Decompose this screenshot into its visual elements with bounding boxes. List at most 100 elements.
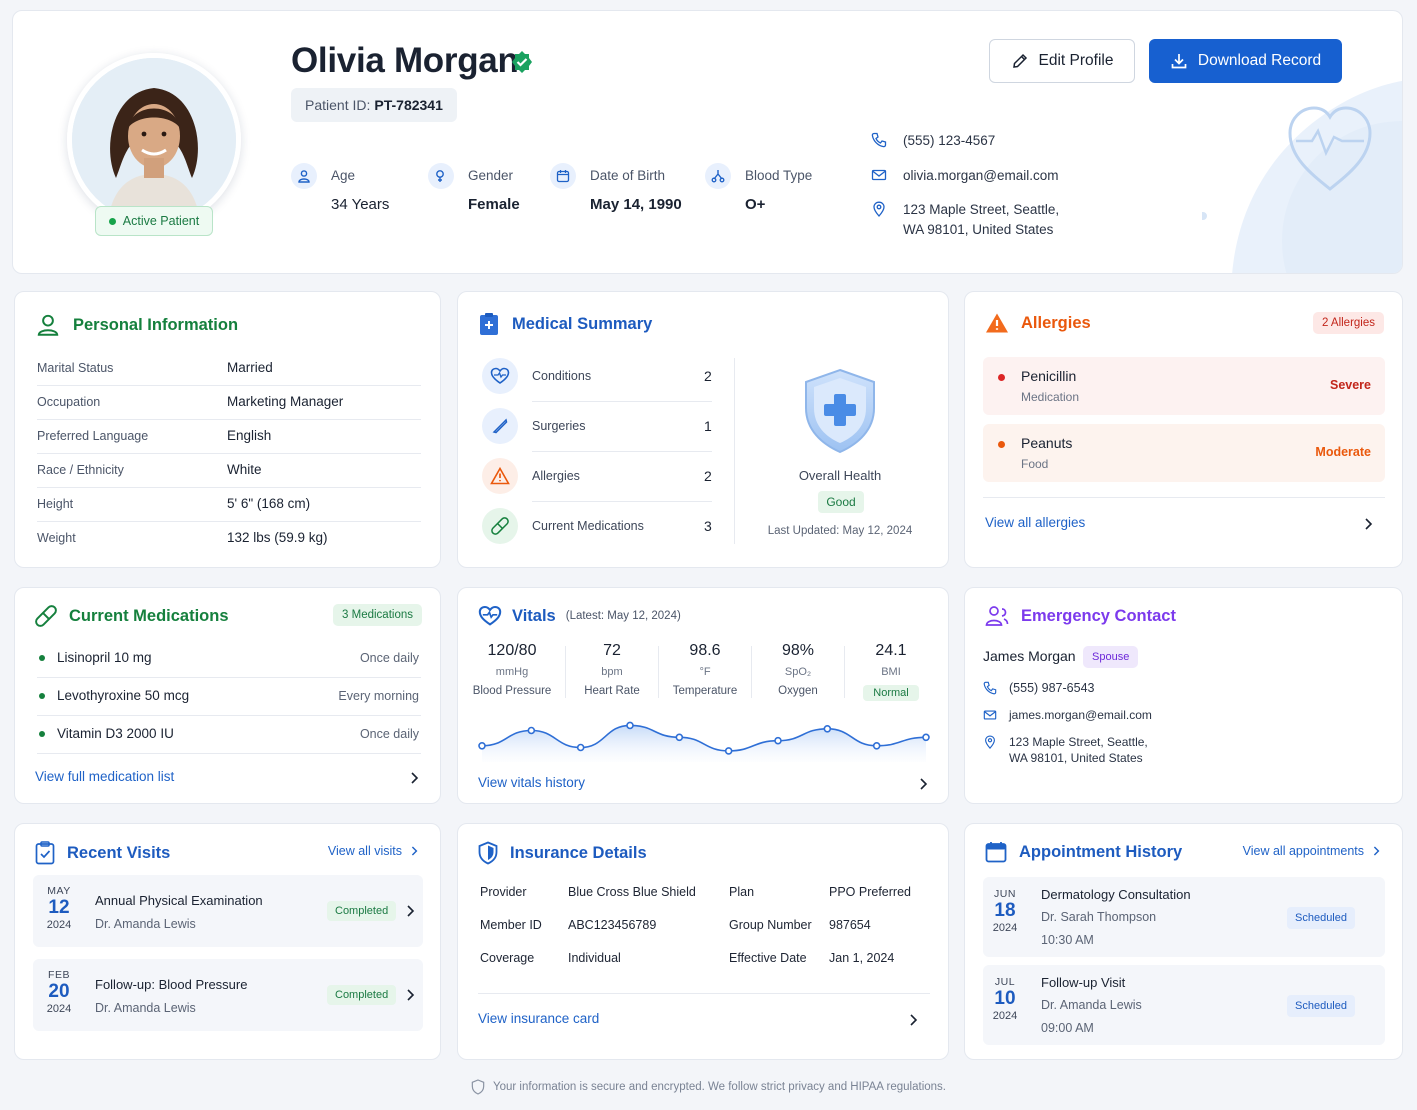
visit-title: Annual Physical Examination <box>95 893 263 908</box>
heart-icon <box>482 358 518 394</box>
member-id-value: ABC123456789 <box>568 918 657 932</box>
date-year: 2024 <box>46 1003 72 1015</box>
info-row: Preferred Language English <box>37 420 421 454</box>
stat-label: Age <box>331 168 356 183</box>
personal-info-heading: Personal Information <box>35 312 238 338</box>
location-pin-icon <box>985 735 995 749</box>
relation-badge: Spouse <box>1083 646 1139 668</box>
vital-blood-pressure: 120/80 mmHg Blood Pressure <box>466 642 558 697</box>
insurance-title: Insurance Details <box>510 843 647 862</box>
vital-unit: BMI <box>881 666 901 678</box>
view-all-appointments-label: View all appointments <box>1242 844 1364 858</box>
visit-item[interactable]: MAY 12 2024 Annual Physical Examination Dr… <box>33 875 423 947</box>
allergy-name: Peanuts <box>1021 435 1073 451</box>
info-value: Marketing Manager <box>227 394 344 409</box>
divider <box>983 497 1385 498</box>
summary-row-allergies[interactable]: Allergies 2 <box>482 452 712 502</box>
info-row: Occupation Marketing Manager <box>37 386 421 420</box>
vital-label: Heart Rate <box>584 685 640 697</box>
info-row: Marital Status Married <box>37 352 421 386</box>
gender-icon <box>428 163 454 189</box>
vitals-subtitle: (Latest: May 12, 2024) <box>565 610 681 622</box>
emergency-contact-title: Emergency Contact <box>1021 606 1176 625</box>
view-medications-label: View full medication list <box>35 769 175 784</box>
edit-profile-button[interactable]: Edit Profile <box>989 39 1135 83</box>
member-id-label: Member ID <box>480 918 542 932</box>
contact-email[interactable]: james.morgan@email.com <box>983 707 1152 723</box>
pill-icon <box>482 508 518 544</box>
medication-name: Lisinopril 10 mg <box>57 650 152 665</box>
patient-header: Active Patient Olivia Morgan Patient ID:… <box>12 10 1403 274</box>
patient-id: Patient ID: PT-782341 <box>291 88 457 122</box>
chevron-right-icon <box>407 989 415 1001</box>
insurance-heading: Insurance Details <box>478 841 647 865</box>
chevron-right-icon <box>910 1014 918 1026</box>
edit-profile-label: Edit Profile <box>1038 52 1114 69</box>
download-record-label: Download Record <box>1197 52 1322 69</box>
vital-unit: mmHg <box>495 666 529 678</box>
visit-item[interactable]: FEB 20 2024 Follow-up: Blood Pressure Dr. … <box>33 959 423 1031</box>
patient-email[interactable]: olivia.morgan@email.com <box>871 166 1059 186</box>
coverage-value: Individual <box>568 951 621 965</box>
trend-point <box>872 741 881 750</box>
chevron-right-icon <box>920 778 928 790</box>
scalpel-icon <box>482 408 518 444</box>
view-all-allergies-link[interactable]: View all allergies <box>985 514 1385 536</box>
date-year: 2024 <box>992 1010 1018 1022</box>
summary-row-conditions[interactable]: Conditions 2 <box>482 352 712 402</box>
patient-phone[interactable]: (555) 123-4567 <box>871 131 995 151</box>
contact-address: 123 Maple Street, Seattle, WA 98101, Uni… <box>983 734 1148 766</box>
view-all-allergies-label: View all allergies <box>985 515 1086 530</box>
shield-icon <box>478 841 498 865</box>
summary-count: 3 <box>704 518 712 534</box>
phone-text: (555) 123-4567 <box>903 133 996 148</box>
view-insurance-card-link[interactable]: View insurance card <box>478 1010 918 1030</box>
person-icon <box>291 163 317 189</box>
download-record-button[interactable]: Download Record <box>1149 39 1342 83</box>
info-key: Race / Ethnicity <box>37 463 124 477</box>
visit-doctor: Dr. Amanda Lewis <box>95 1001 196 1015</box>
visit-status-badge: Completed <box>327 985 397 1005</box>
view-vitals-label: View vitals history <box>478 775 586 790</box>
medical-summary-title: Medical Summary <box>512 314 653 333</box>
status-text: Active Patient <box>122 214 200 228</box>
stat-value: O+ <box>745 196 766 213</box>
appointment-doctor: Dr. Sarah Thompson <box>1041 910 1157 924</box>
visit-date: MAY 12 2024 <box>37 885 81 931</box>
contact-email-text: james.morgan@email.com <box>1009 708 1152 722</box>
contact-phone[interactable]: (555) 987-6543 <box>983 680 1094 696</box>
divider <box>478 993 930 994</box>
warning-icon <box>482 458 518 494</box>
appointment-item[interactable]: JUN 18 2024 Dermatology Consultation Dr. S… <box>983 877 1385 957</box>
date-day: 12 <box>48 897 70 918</box>
shield-icon <box>471 1079 485 1095</box>
contact-name: James Morgan <box>983 648 1076 664</box>
medication-frequency: Every morning <box>338 689 419 703</box>
footer-text: Your information is secure and encrypted… <box>493 1081 946 1093</box>
view-vitals-history-link[interactable]: View vitals history <box>478 774 928 794</box>
allergy-item-penicillin[interactable]: Penicillin Medication Severe <box>983 357 1385 415</box>
bullet-dot <box>39 655 45 661</box>
patient-name: Olivia Morgan <box>291 41 519 80</box>
summary-row-medications[interactable]: Current Medications 3 <box>482 502 712 552</box>
contacts-icon <box>985 606 1009 626</box>
medication-item: Levothyroxine 50 mcg Every morning <box>37 678 421 716</box>
allergy-item-peanuts[interactable]: Peanuts Food Moderate <box>983 424 1385 482</box>
view-all-visits-link[interactable]: View all visits <box>328 844 418 858</box>
info-key: Weight <box>37 531 76 545</box>
summary-label: Conditions <box>532 369 592 383</box>
date-month: JUL <box>994 976 1016 988</box>
summary-count: 2 <box>704 468 712 484</box>
view-all-appointments-link[interactable]: View all appointments <box>1243 844 1380 858</box>
allergies-title: Allergies <box>1021 313 1091 332</box>
appointment-item[interactable]: JUL 10 2024 Follow-up Visit Dr. Amanda Lew… <box>983 965 1385 1045</box>
stat-value: Female <box>468 196 520 213</box>
summary-row-surgeries[interactable]: Surgeries 1 <box>482 402 712 452</box>
mail-icon <box>871 169 887 181</box>
date-day: 18 <box>994 900 1016 921</box>
mail-icon <box>983 710 997 720</box>
vital-oxygen: 98% SpO₂ Oxygen <box>752 642 844 697</box>
date-month: FEB <box>48 969 70 981</box>
current-medications-card: Current Medications 3 Medications Lisino… <box>14 587 441 804</box>
view-full-medication-list-link[interactable]: View full medication list <box>35 768 419 788</box>
